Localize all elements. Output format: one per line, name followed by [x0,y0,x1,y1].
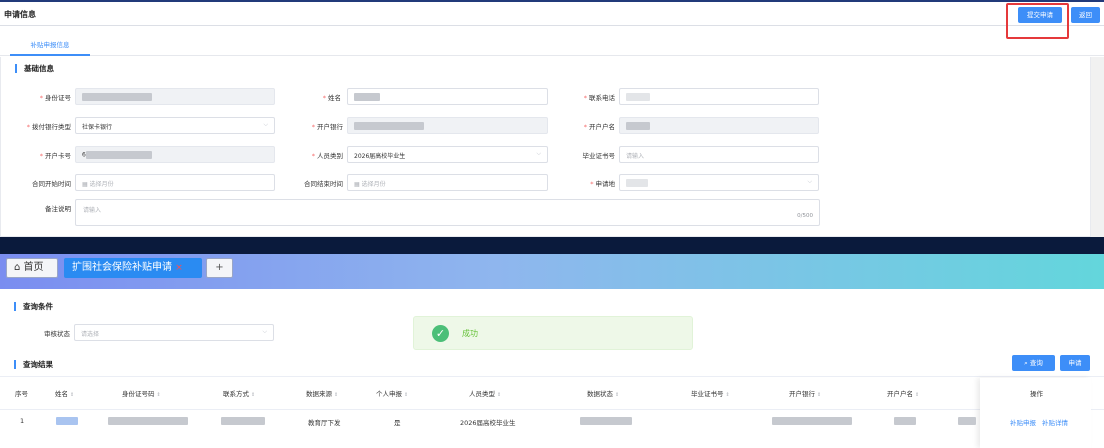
calendar-icon: ▦ [82,181,88,188]
account-name-label: * 开户户名 [583,123,615,131]
query-title: 查询条件 [14,302,53,311]
row-personal: 是 [394,419,401,427]
results-title: 查询结果 [14,360,53,369]
close-icon[interactable]: × [175,263,183,273]
search-icon: ⌕ [1024,359,1028,367]
cert-number-field[interactable]: 请输入 [619,146,819,163]
chevron-down-icon: ⌵ [807,178,812,185]
sort-icon: ⇕ [615,392,620,398]
contract-start-picker[interactable]: ▦ 选择月份 [75,174,275,191]
status-label: 审核状态 [44,330,70,338]
col-contact[interactable]: 联系方式 ⇕ [223,388,255,398]
search-button[interactable]: ⌕ 查询 [1012,355,1055,371]
calendar-icon: ▦ [354,181,360,188]
row-name [56,417,78,425]
col-id[interactable]: 身份证号码 ⇕ [122,388,161,398]
col-type[interactable]: 人员类型 ⇕ [469,388,501,398]
col-bank[interactable]: 开户银行 ⇕ [789,388,821,398]
row-type: 2026届高校毕业生 [460,419,516,427]
row-source: 教育厅下发 [308,419,341,427]
sort-icon: ⇕ [156,392,161,398]
row-status [580,417,632,425]
card-label: * 开户卡号 [39,152,71,160]
col-source[interactable]: 数据来源 ⇕ [306,388,338,398]
name-field[interactable] [347,88,548,105]
bank-type-select[interactable]: 社保卡银行 ⌵ [75,117,275,134]
sort-icon: ⇕ [404,392,409,398]
sort-icon: ⇕ [70,392,75,398]
phone-label: * 联系电话 [583,94,615,102]
bank-field[interactable] [347,117,548,134]
id-label: * 身份证号 [39,94,71,102]
basic-info-card: 基础信息 * 身份证号 * 姓名 * 联系电话 * 拨付银行类型 社保卡银行 ⌵ * 开户银… [0,57,1091,237]
bank-type-label: * 拨付银行类型 [26,123,71,131]
contract-start-label: 合同开始时间 [32,180,71,188]
tab-social-insurance-apply[interactable]: 扩围社会保险补贴申请 × [64,258,202,278]
col-status[interactable]: 数据状态 ⇕ [587,388,619,398]
apply-place-label: * 申请地 [590,180,615,188]
col-name[interactable]: 姓名 ⇕ [55,388,74,398]
person-type-select[interactable]: 2026届高校毕业生 ⌵ [347,146,548,163]
home-icon: ⌂ [14,262,21,273]
account-name-field[interactable] [619,117,819,134]
header-bar: 申请信息 提交申请 返回 [0,4,1104,26]
chevron-down-icon: ⌵ [263,121,268,128]
application-form-panel: 申请信息 提交申请 返回 补贴申报信息 基础信息 * 身份证号 * 姓名 * 联系电话… [0,0,1104,237]
col-index: 序号 [15,390,28,398]
apply-button[interactable]: 申请 [1060,355,1090,371]
sort-icon: ⇕ [915,392,920,398]
add-tab-button[interactable]: + [206,258,233,278]
row-id [108,417,188,425]
scrollbar[interactable] [1091,57,1104,237]
id-number-field[interactable] [75,88,275,105]
sort-icon: ⇕ [497,392,502,398]
chevron-down-icon: ⌵ [262,328,267,335]
cert-label: 毕业证书号 [582,152,616,160]
page-title: 申请信息 [4,10,36,19]
toast-message: 成功 [462,329,478,338]
status-select[interactable]: 请选择 ⌵ [74,324,274,341]
col-personal[interactable]: 个人申报 ⇕ [376,388,408,398]
row-account-name [894,417,916,425]
sort-icon: ⇕ [334,392,339,398]
subsidy-apply-link[interactable]: 补贴申报 [1010,417,1036,427]
tab-subsidy-info[interactable]: 补贴申报信息 [10,39,90,56]
col-operation: 操作 [1030,390,1043,398]
chevron-down-icon: ⌵ [536,150,541,157]
col-account-name[interactable]: 开户户名 ⇕ [887,388,919,398]
row-bank [772,417,852,425]
divider [0,376,1104,377]
phone-field[interactable] [619,88,819,105]
sort-icon: ⇕ [817,392,822,398]
sort-icon: ⇕ [725,392,730,398]
contract-end-label: 合同结束时间 [304,180,343,188]
char-counter: 0/500 [797,213,813,219]
home-tab[interactable]: ⌂ 首页 [6,258,58,278]
row-extra [958,417,976,425]
success-toast: ✓ 成功 [413,316,693,350]
tab-bar: 补贴申报信息 [0,26,1104,56]
check-icon: ✓ [432,325,449,342]
row-index: 1 [20,417,25,425]
tab-nav-bar: ⌂ 首页 扩围社会保险补贴申请 × + [0,254,1104,289]
remark-textarea[interactable]: 请输入 0/500 [75,199,820,226]
name-label: * 姓名 [322,94,341,102]
apply-place-select[interactable]: ⌵ [619,174,819,191]
back-button[interactable]: 返回 [1071,7,1100,23]
contract-end-picker[interactable]: ▦ 选择月份 [347,174,548,191]
remark-label: 备注说明 [45,205,71,213]
subsidy-detail-link[interactable]: 补贴详情 [1042,417,1068,427]
row-contact [221,417,265,425]
bank-label: * 开户银行 [311,123,343,131]
divider [0,409,1104,410]
basic-info-title: 基础信息 [15,64,54,73]
sort-icon: ⇕ [251,392,256,398]
col-cert[interactable]: 毕业证书号 ⇕ [691,388,730,398]
person-type-label: * 人员类别 [311,152,343,160]
card-number-field[interactable]: 6 [75,146,275,163]
